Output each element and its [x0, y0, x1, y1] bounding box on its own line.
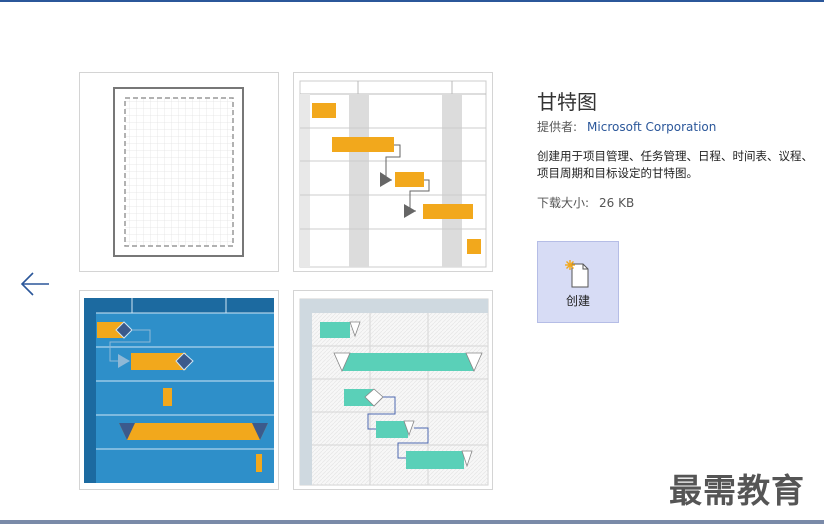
provider-row: 提供者: Microsoft Corporation [537, 118, 716, 135]
preview-blank-page[interactable] [79, 72, 279, 272]
arrow-left-icon [20, 272, 49, 296]
gantt-blue-preview-image [84, 298, 274, 483]
preview-gantt-blue[interactable] [79, 290, 279, 490]
create-button[interactable]: 创建 [537, 241, 619, 323]
blank-page-preview-image [113, 87, 244, 257]
template-title: 甘特图 [537, 90, 597, 114]
preview-gantt-teal[interactable] [293, 290, 493, 490]
preview-gantt-white[interactable] [293, 72, 493, 272]
watermark-text: 最需教育 [669, 471, 805, 510]
new-document-icon [565, 260, 589, 288]
back-button[interactable] [18, 268, 52, 300]
gantt-white-preview-image [299, 80, 487, 268]
gantt-teal-preview-image [299, 298, 489, 486]
provider-value: Microsoft Corporation [587, 120, 717, 134]
download-size-label: 下载大小: [537, 196, 590, 210]
provider-label: 提供者: [537, 120, 578, 134]
download-size-value: 26 KB [599, 196, 635, 210]
window-top-border [0, 0, 824, 2]
template-description: 创建用于项目管理、任务管理、日程、时间表、议程、项目周期和目标设定的甘特图。 [537, 149, 813, 180]
taskbar-strip [0, 520, 824, 524]
create-button-label: 创建 [565, 294, 590, 308]
download-size-row: 下载大小: 26 KB [537, 194, 634, 211]
